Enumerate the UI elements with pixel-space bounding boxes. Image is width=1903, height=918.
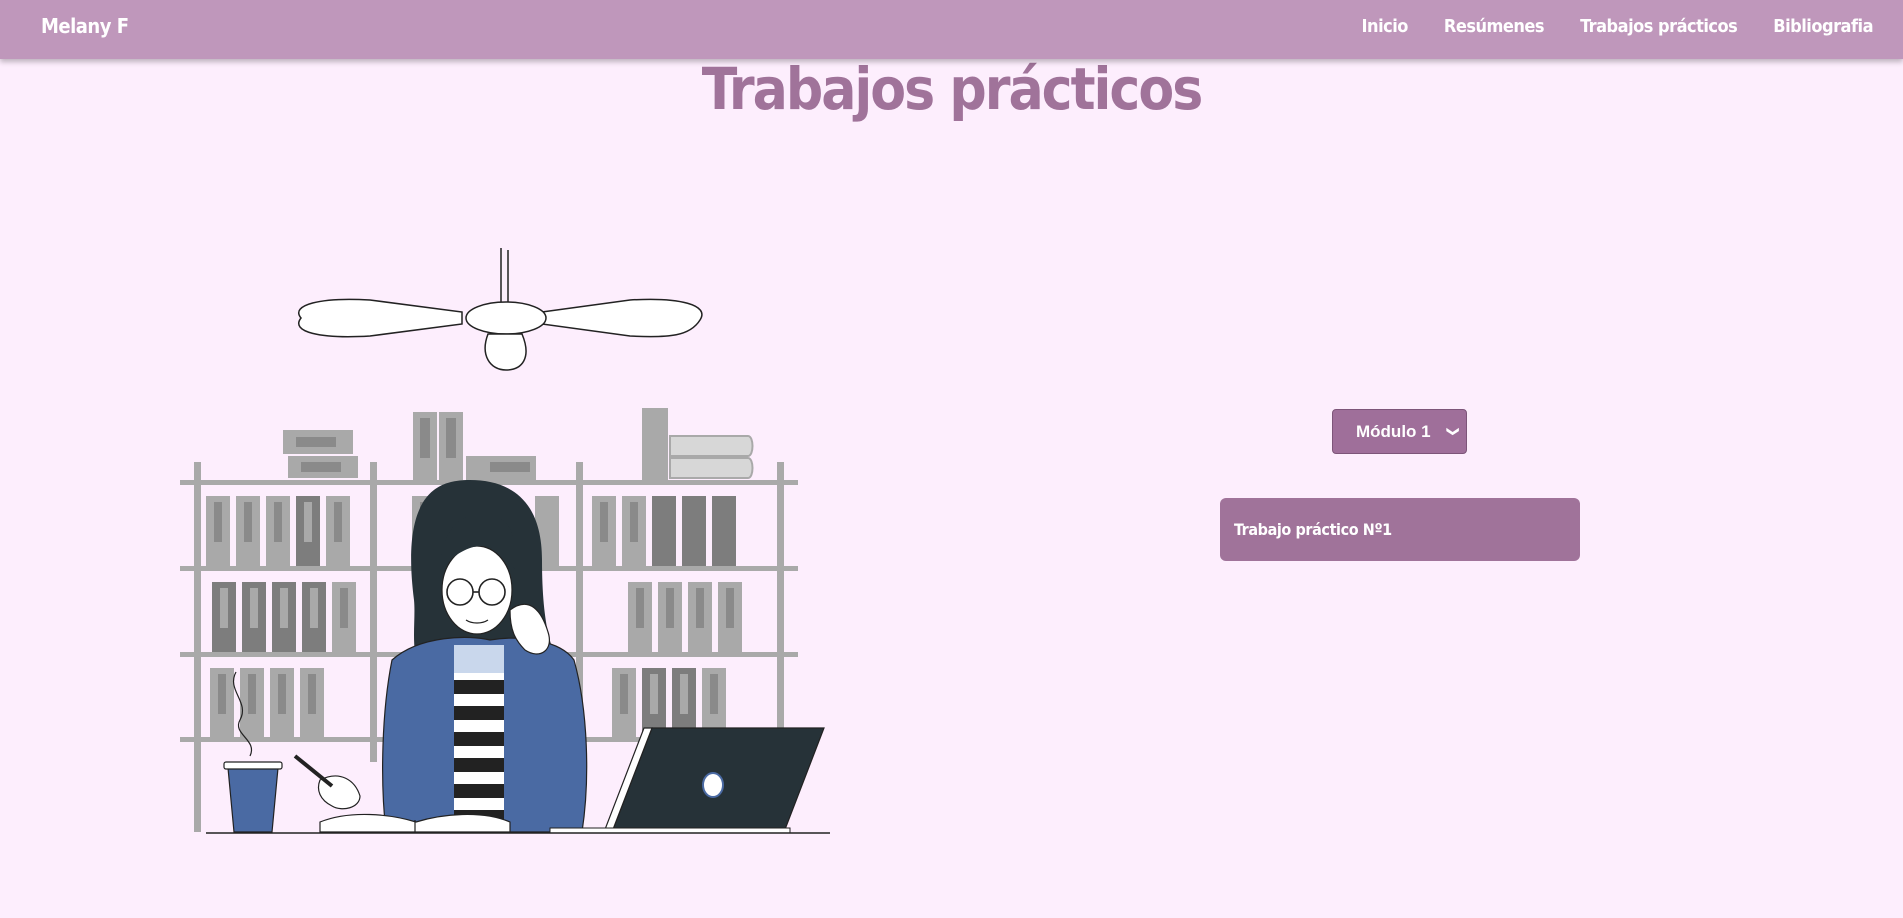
nav-link-inicio[interactable]: Inicio	[1362, 16, 1409, 37]
student-studying-illustration	[170, 240, 850, 840]
module-select[interactable]: Módulo 1 ❯	[1332, 409, 1467, 454]
brand-link[interactable]: Melany F	[41, 14, 129, 38]
top-shelf-items	[283, 408, 754, 480]
nav-links: Inicio Resúmenes Trabajos prácticos Bibl…	[1362, 16, 1874, 37]
nav-link-trabajos-practicos[interactable]: Trabajos prácticos	[1580, 16, 1738, 37]
page-title: Trabajos prácticos	[701, 55, 1204, 123]
chevron-down-icon: ❯	[1446, 426, 1461, 437]
laptop-icon	[549, 727, 825, 834]
module-select-value: Módulo 1	[1356, 422, 1431, 441]
ceiling-fan-icon	[298, 248, 703, 371]
nav-link-resumenes[interactable]: Resúmenes	[1444, 16, 1545, 37]
assignment-card-label: Trabajo práctico Nº1	[1234, 520, 1392, 539]
top-navbar: Melany F Inicio Resúmenes Trabajos práct…	[0, 0, 1903, 59]
assignment-card[interactable]: Trabajo práctico Nº1	[1220, 498, 1580, 561]
nav-link-bibliografia[interactable]: Bibliografia	[1773, 16, 1873, 37]
